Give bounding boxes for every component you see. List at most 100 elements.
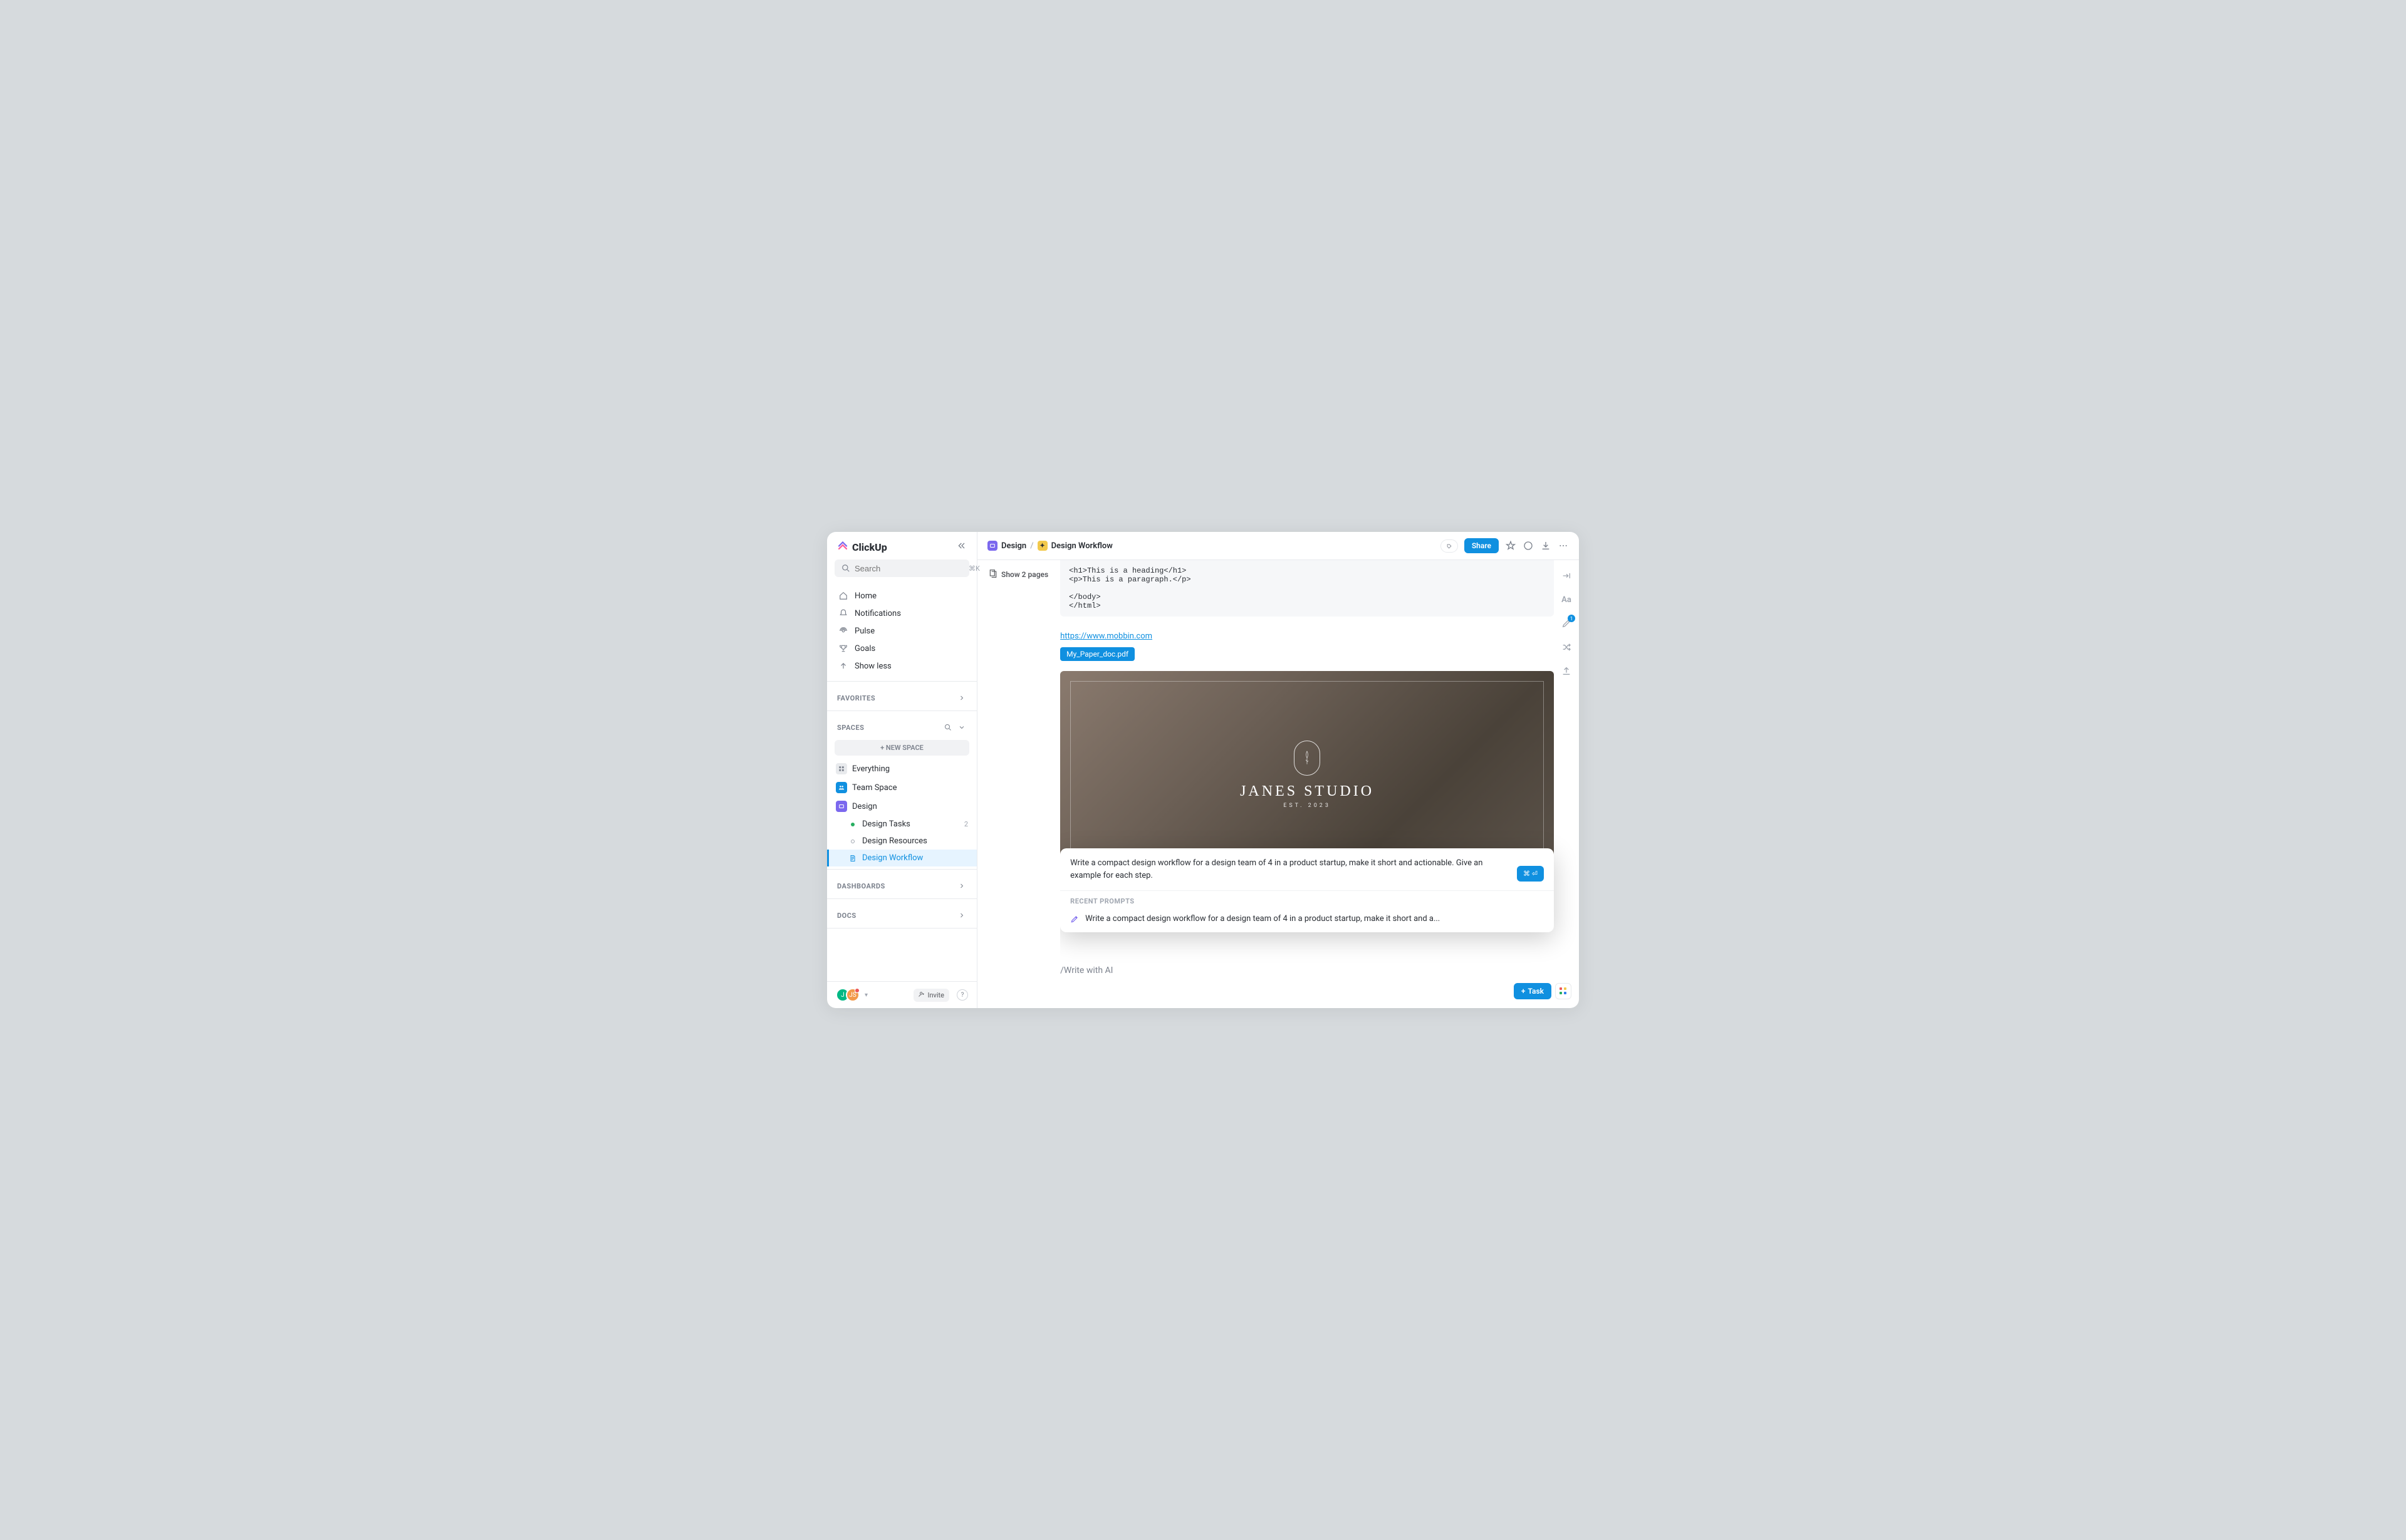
- download-icon[interactable]: [1540, 540, 1551, 551]
- divider: [827, 681, 977, 682]
- nav-pulse[interactable]: Pulse: [832, 622, 972, 640]
- design-space-icon: [987, 541, 997, 551]
- grid-icon: [836, 763, 847, 774]
- topbar: Design / ✦ Design Workflow Share: [977, 532, 1579, 560]
- search-icon: [841, 563, 851, 573]
- section-dashboards[interactable]: DASHBOARDS: [827, 872, 977, 896]
- section-favorites[interactable]: FAVORITES: [827, 684, 977, 708]
- help-icon[interactable]: ?: [957, 989, 968, 1001]
- ai-prompt-input[interactable]: Write a compact design workflow for a de…: [1070, 857, 1511, 882]
- section-label: SPACES: [837, 724, 864, 732]
- divider: [827, 898, 977, 899]
- home-icon: [838, 591, 848, 601]
- pulse-icon: [838, 626, 848, 636]
- share-button[interactable]: Share: [1464, 538, 1499, 553]
- section-label: FAVORITES: [837, 694, 875, 702]
- breadcrumb: Design / ✦ Design Workflow: [987, 541, 1113, 551]
- tag-button[interactable]: [1440, 539, 1458, 553]
- space-team[interactable]: Team Space: [827, 778, 977, 797]
- app-logo[interactable]: ClickUp: [837, 541, 887, 553]
- breadcrumb-design[interactable]: Design: [1001, 541, 1026, 551]
- avatar: JS: [846, 988, 860, 1002]
- team-icon: [836, 782, 847, 793]
- invite-label: Invite: [927, 991, 944, 999]
- chevron-right-icon: [957, 881, 967, 891]
- search-icon[interactable]: [943, 722, 953, 732]
- nav-home[interactable]: Home: [832, 587, 972, 605]
- nav-label: Home: [855, 591, 877, 601]
- chevron-down-icon[interactable]: ▾: [865, 992, 868, 999]
- edit-icon[interactable]: 1: [1560, 617, 1573, 630]
- subspace-design-tasks[interactable]: Design Tasks 2: [827, 816, 977, 833]
- document-body[interactable]: <h1>This is a heading</h1> <p>This is a …: [1060, 560, 1579, 1008]
- show-pages-label: Show 2 pages: [1001, 570, 1048, 579]
- sidebar-header: ClickUp: [827, 532, 977, 559]
- ai-input-row: Write a compact design workflow for a de…: [1060, 848, 1554, 891]
- ai-submit-button[interactable]: ⌘ ⏎: [1517, 866, 1544, 882]
- section-spaces[interactable]: SPACES: [827, 714, 977, 737]
- subspace-design-workflow[interactable]: Design Workflow: [827, 850, 977, 866]
- comment-icon[interactable]: [1523, 540, 1534, 551]
- recent-prompt-item[interactable]: Write a compact design workflow for a de…: [1060, 909, 1554, 932]
- breadcrumb-workflow[interactable]: Design Workflow: [1051, 541, 1113, 551]
- subspace-label: Design Resources: [862, 836, 927, 846]
- hero-badge-icon: [1294, 741, 1320, 776]
- external-link[interactable]: https://www.mobbin.com: [1060, 632, 1152, 641]
- logo-icon: [837, 541, 848, 553]
- shuffle-icon[interactable]: [1560, 641, 1573, 653]
- topbar-actions: Share: [1440, 538, 1569, 553]
- nav-showless[interactable]: Show less: [832, 657, 972, 675]
- nav-label: Notifications: [855, 609, 901, 618]
- dot-icon: [848, 837, 857, 846]
- apps-button[interactable]: [1555, 983, 1571, 999]
- search-field[interactable]: [855, 564, 965, 573]
- recent-prompt-text: Write a compact design workflow for a de…: [1085, 914, 1440, 923]
- nav-label: Show less: [855, 662, 892, 671]
- invite-button[interactable]: Invite: [914, 989, 949, 1002]
- design-icon: [836, 801, 847, 812]
- pencil-icon: [1070, 915, 1079, 923]
- upload-icon[interactable]: [1560, 665, 1573, 677]
- new-task-button[interactable]: + Task: [1514, 983, 1551, 999]
- subspace-design-resources[interactable]: Design Resources: [827, 833, 977, 850]
- chevron-down-icon[interactable]: [957, 722, 967, 732]
- dot-icon: [848, 820, 857, 829]
- more-icon[interactable]: [1558, 540, 1569, 551]
- pages-icon: [989, 569, 997, 580]
- subspace-label: Design Tasks: [862, 819, 910, 829]
- indent-icon[interactable]: [1560, 570, 1573, 582]
- code-block[interactable]: <h1>This is a heading</h1> <p>This is a …: [1060, 560, 1554, 617]
- file-attachment[interactable]: My_Paper_doc.pdf: [1060, 647, 1135, 661]
- arrow-up-icon: [838, 661, 848, 671]
- workflow-icon: ✦: [1038, 541, 1048, 551]
- hero-subtitle: EST. 2023: [1283, 803, 1331, 809]
- star-icon[interactable]: [1505, 540, 1516, 551]
- avatar-stack[interactable]: J JS: [836, 988, 860, 1002]
- bell-icon: [838, 608, 848, 618]
- trophy-icon: [838, 643, 848, 653]
- plus-icon: +: [1521, 987, 1526, 996]
- right-toolbar: Aa 1: [1560, 570, 1573, 677]
- task-label: Task: [1528, 987, 1544, 996]
- section-label: DOCS: [837, 912, 857, 920]
- sidebar-footer: J JS ▾ Invite ?: [827, 981, 977, 1008]
- show-pages-toggle[interactable]: Show 2 pages: [989, 569, 1048, 580]
- nav-notifications[interactable]: Notifications: [832, 605, 972, 622]
- edit-badge: 1: [1568, 615, 1575, 622]
- search-input[interactable]: ⌘K: [835, 559, 969, 577]
- slash-command-text[interactable]: /Write with AI: [1060, 965, 1554, 976]
- new-space-button[interactable]: + NEW SPACE: [835, 740, 969, 756]
- content-area: Show 2 pages <h1>This is a heading</h1> …: [977, 560, 1579, 1008]
- divider: [827, 710, 977, 711]
- section-label: DASHBOARDS: [837, 882, 885, 890]
- section-docs[interactable]: DOCS: [827, 902, 977, 925]
- nav-goals[interactable]: Goals: [832, 640, 972, 657]
- collapse-sidebar-icon[interactable]: [957, 541, 967, 553]
- typography-icon[interactable]: Aa: [1560, 593, 1573, 606]
- nav-label: Pulse: [855, 627, 875, 636]
- person-add-icon: [919, 991, 925, 999]
- recent-prompts-header: RECENT PROMPTS: [1060, 891, 1554, 909]
- space-everything[interactable]: Everything: [827, 759, 977, 778]
- space-design[interactable]: Design: [827, 797, 977, 816]
- subspace-label: Design Workflow: [862, 853, 923, 863]
